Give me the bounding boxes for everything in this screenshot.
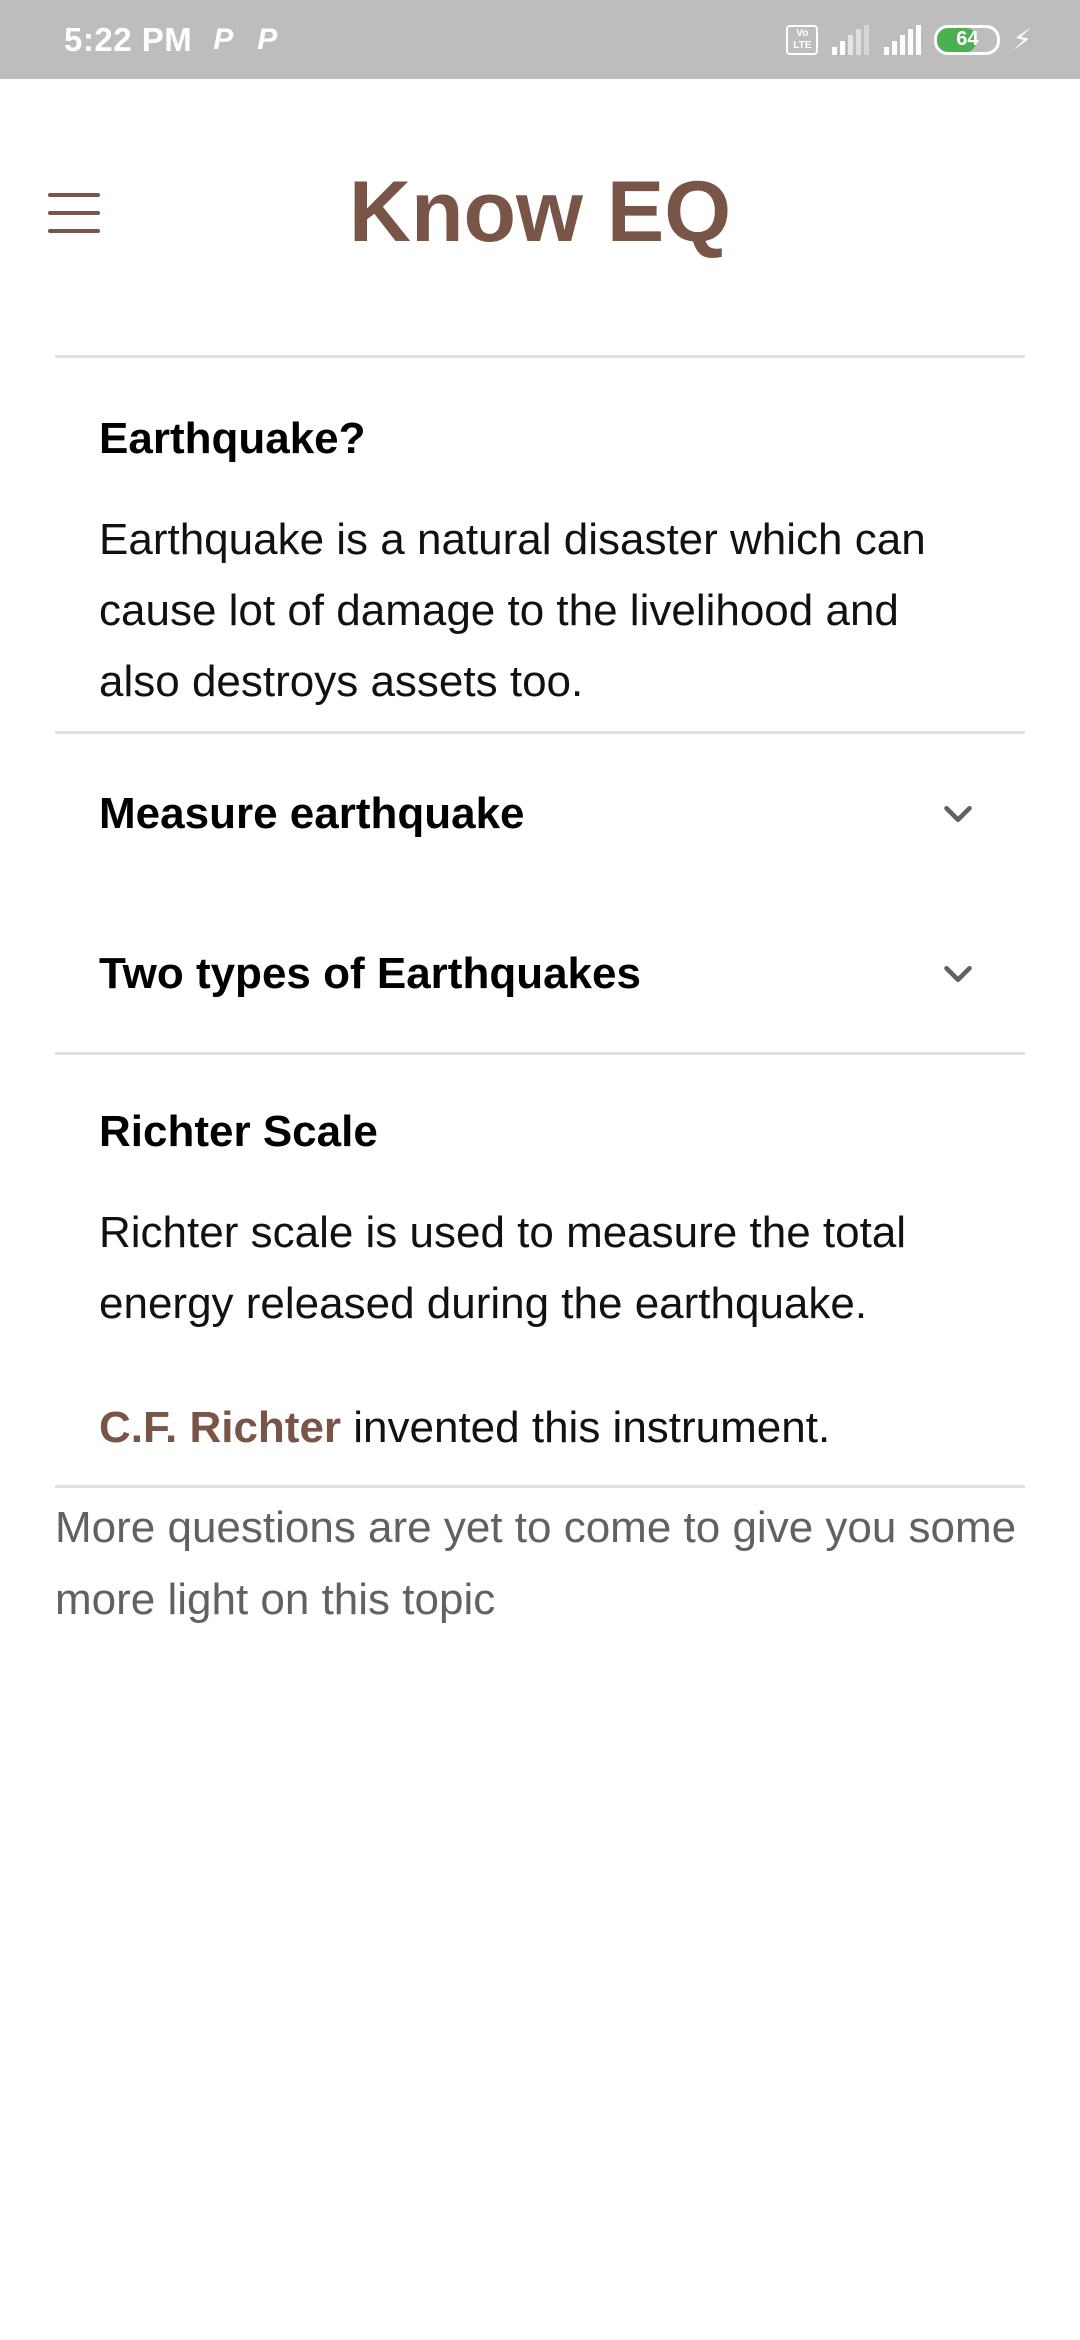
section-title-earthquake[interactable]: Earthquake? <box>99 414 981 464</box>
section-title-text: Two types of Earthquakes <box>99 949 641 998</box>
section-title-measure[interactable]: Measure earthquake <box>99 789 981 839</box>
app-header: Know EQ <box>0 79 1080 356</box>
content: Earthquake? Earthquake is a natural disa… <box>55 355 1025 1636</box>
signal-icon <box>882 24 922 55</box>
section-types[interactable]: Two types of Earthquakes <box>55 894 1025 1054</box>
section-title-text: Richter Scale <box>99 1107 378 1156</box>
status-bar: 5:22 PM P P Vo LTE 64 ⚡ <box>0 0 1080 79</box>
section-measure[interactable]: Measure earthquake <box>55 734 1025 894</box>
chevron-down-icon[interactable] <box>935 951 981 997</box>
app-title: Know EQ <box>348 164 732 260</box>
section-title-text: Measure earthquake <box>99 789 525 838</box>
divider <box>55 1485 1025 1488</box>
richter-name: C.F. Richter <box>99 1403 342 1452</box>
chevron-down-icon[interactable] <box>935 791 981 837</box>
footer-note: More questions are yet to come to give y… <box>55 1503 1017 1624</box>
battery-icon: 64 <box>934 24 1001 55</box>
status-time: 5:22 PM <box>64 20 193 58</box>
signal-icon <box>830 24 870 55</box>
parking-notification-icon: P <box>213 22 234 56</box>
section-body-richter: Richter scale is used to measure the tot… <box>99 1208 907 1328</box>
parking-notification-icon: P <box>257 22 278 56</box>
section-title-types[interactable]: Two types of Earthquakes <box>99 949 981 999</box>
section-body-earthquake: Earthquake is a natural disaster which c… <box>99 515 926 706</box>
section-title-text: Earthquake? <box>99 414 366 463</box>
volte-top-label: Vo <box>796 27 809 39</box>
volte-bottom-label: LTE <box>793 39 812 51</box>
richter-note-rest: invented this instrument. <box>341 1403 831 1452</box>
status-right: Vo LTE 64 ⚡ <box>786 23 1032 56</box>
section-richter: Richter Scale Richter scale is used to m… <box>55 1055 1025 1463</box>
battery-level: 64 <box>956 28 979 50</box>
volte-icon: Vo LTE <box>786 24 819 55</box>
status-left: 5:22 PM P P <box>64 21 280 59</box>
section-earthquake: Earthquake? Earthquake is a natural disa… <box>55 358 1025 717</box>
charging-icon: ⚡ <box>1012 24 1032 55</box>
section-title-richter[interactable]: Richter Scale <box>99 1107 981 1157</box>
richter-note: C.F. Richter invented this instrument. <box>99 1392 981 1463</box>
